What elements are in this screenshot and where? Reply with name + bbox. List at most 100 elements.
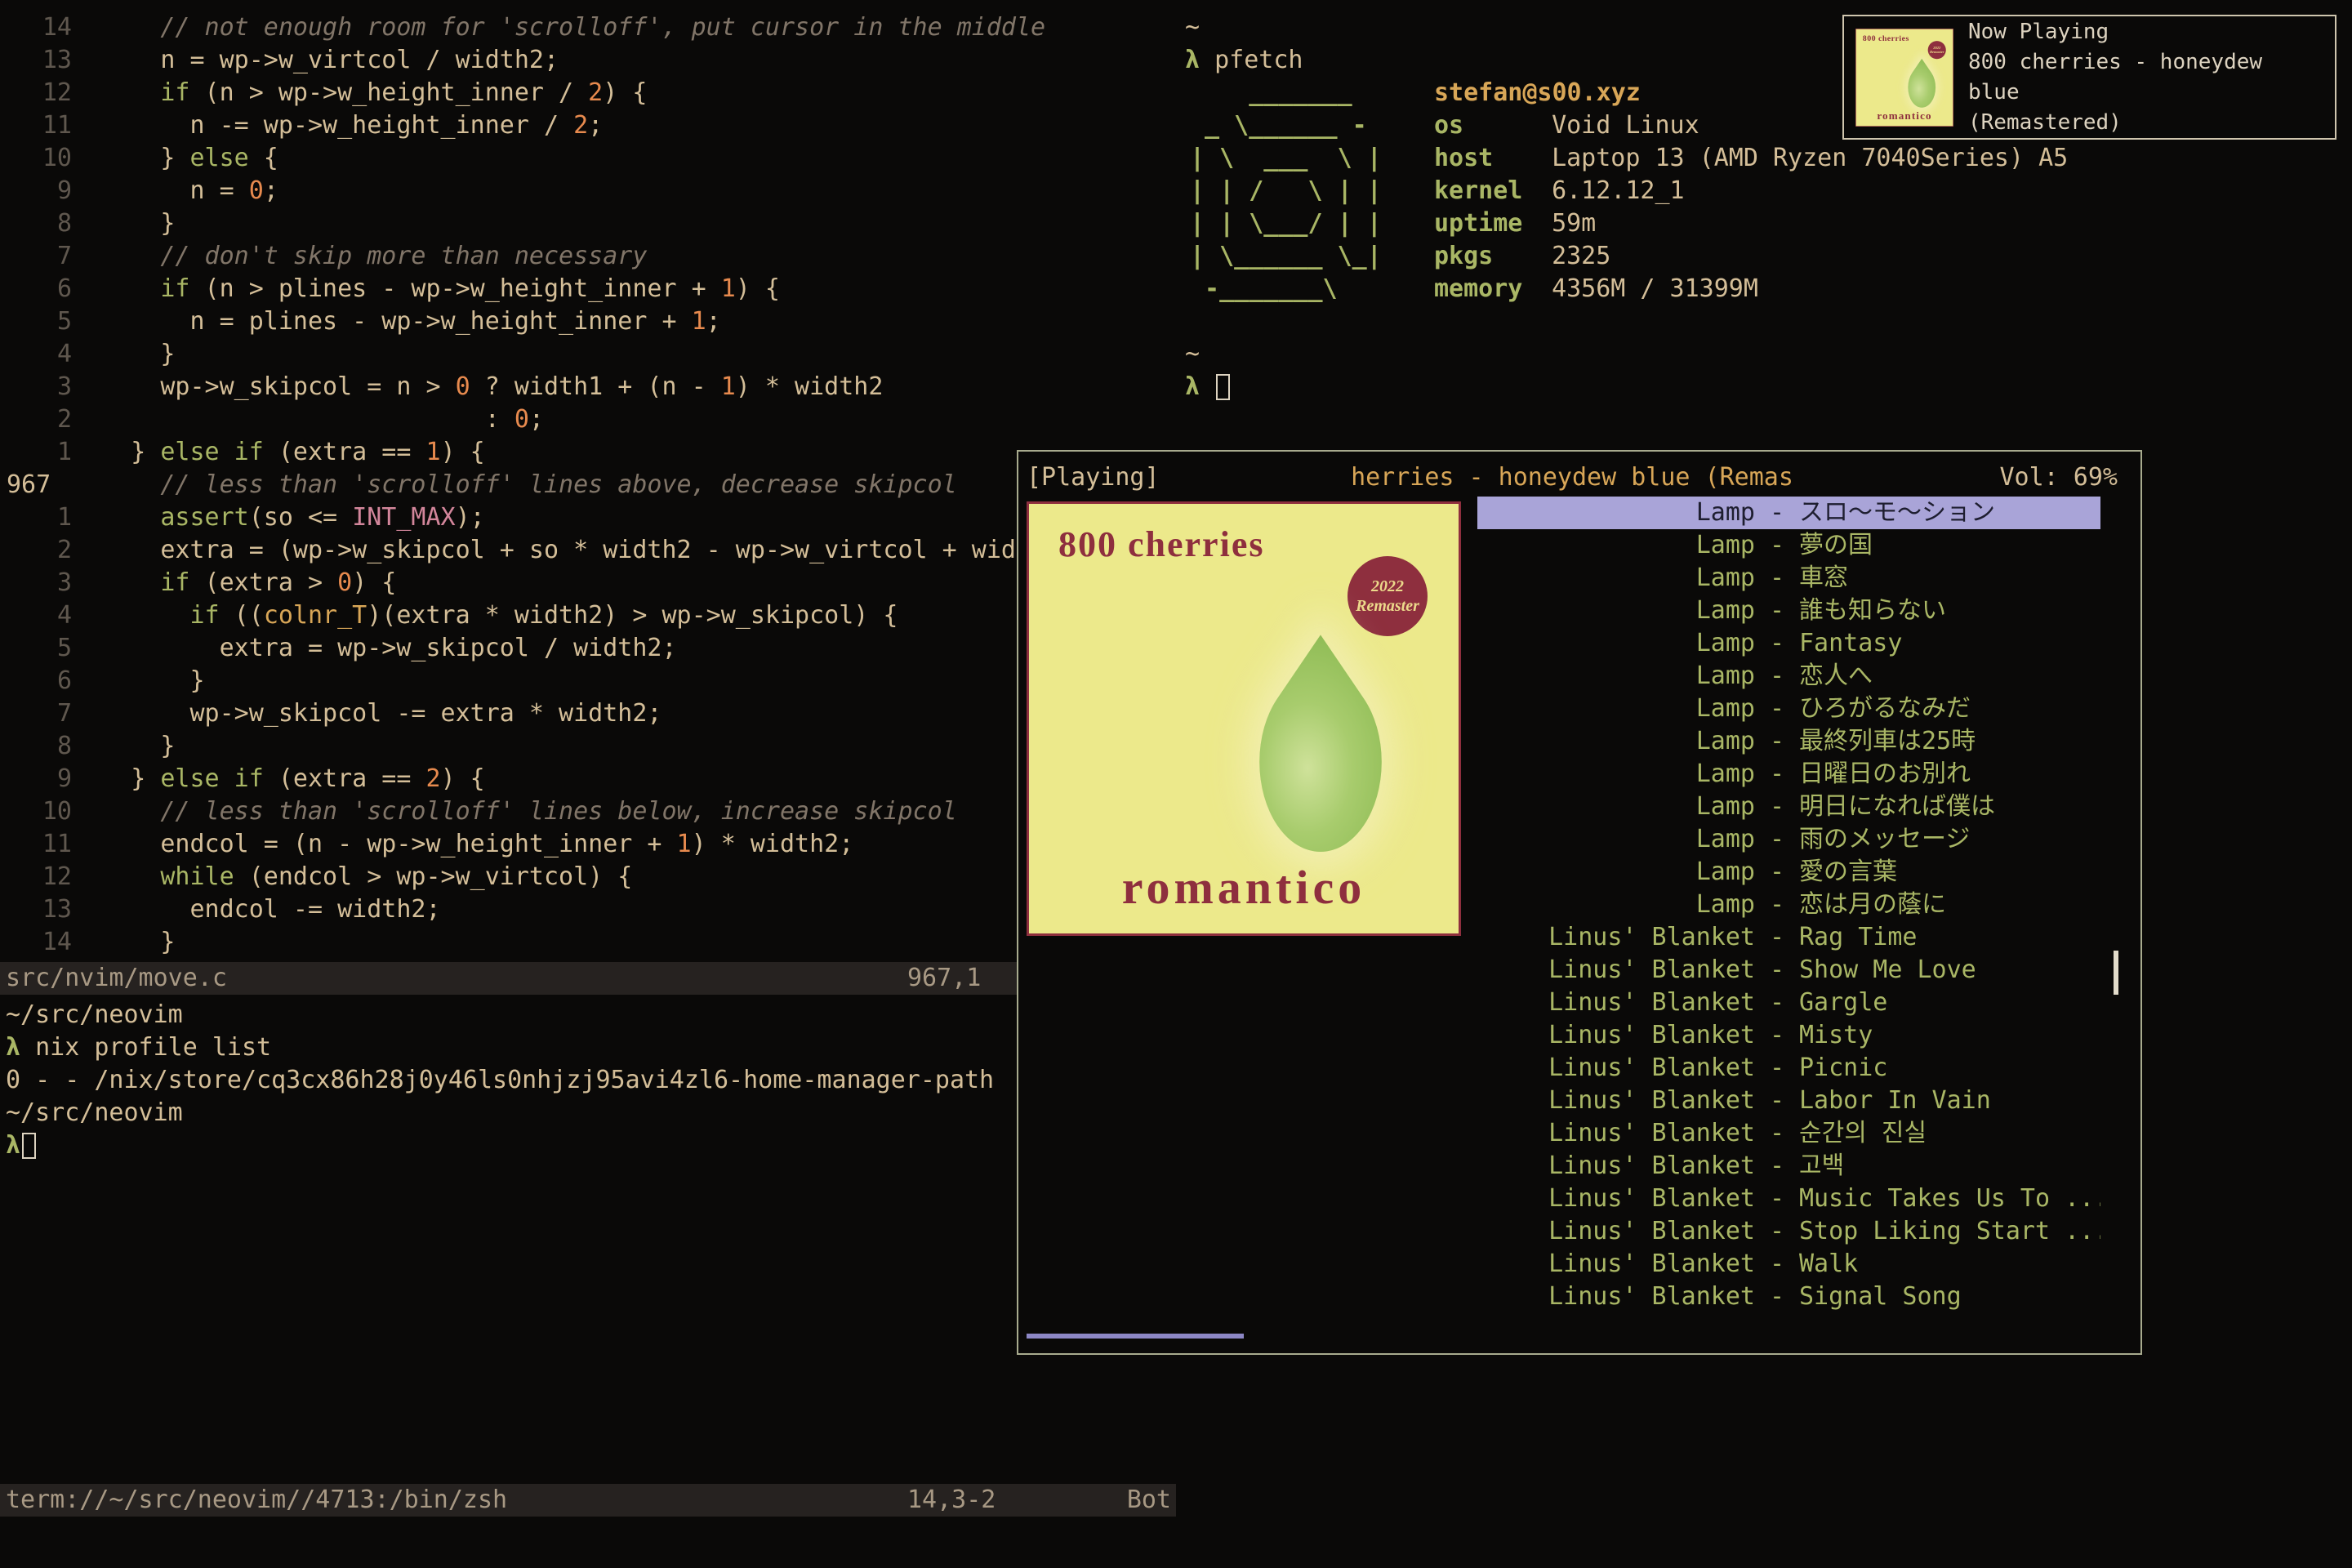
terminal-line: 0 - - /nix/store/cq3cx86h28j0y46ls0nhjzj… [6,1064,1176,1097]
code-line[interactable]: 14 // not enough room for 'scrolloff', p… [0,11,1176,44]
playlist-track-title: Show Me Love [1799,954,2100,987]
playlist-item[interactable]: Linus' Blanket - Stop Liking Start ... [1477,1215,2100,1248]
playlist-separator: - [1755,889,1799,921]
playlist-item[interactable]: Linus' Blanket - Walk [1477,1248,2100,1281]
playlist-item[interactable]: Linus' Blanket - Signal Song [1477,1281,2100,1313]
code-line[interactable]: 12 if (n > wp->w_height_inner / 2) { [0,77,1176,109]
code-line[interactable]: 10 // less than 'scrolloff' lines below,… [0,795,1176,828]
notification-title: Now Playing [1968,17,2323,47]
playlist-artist: Linus' Blanket [1477,1019,1755,1052]
playlist-separator: - [1755,1183,1799,1215]
playlist-artist: Lamp [1477,529,1755,562]
code-line[interactable]: 2 extra = (wp->w_skipcol + so * width2 -… [0,534,1176,567]
playlist-item[interactable]: Lamp - 雨のメッセージ [1477,823,2100,856]
playlist-artist: Linus' Blanket [1477,1052,1755,1085]
playlist-separator: - [1755,595,1799,627]
playlist-item[interactable]: Linus' Blanket - Rag Time [1477,921,2100,954]
code-line[interactable]: 6 } [0,665,1176,697]
playlist-item[interactable]: Linus' Blanket - Show Me Love [1477,954,2100,987]
playlist-item[interactable]: Linus' Blanket - Picnic [1477,1052,2100,1085]
code-line[interactable]: 967 // less than 'scrolloff' lines above… [0,469,1176,501]
pfetch-label: os [1434,109,1537,142]
terminal-pane[interactable]: ~/src/neovim λ nix profile list 0 - - /n… [0,995,1176,1484]
code-line[interactable]: 7 wp->w_skipcol -= extra * width2; [0,697,1176,730]
line-number: 6 [0,665,72,697]
notification-line1: 800 cherries - honeydew blue [1968,47,2323,108]
playlist-separator: - [1755,1215,1799,1248]
playlist-item[interactable]: Linus' Blanket - Misty [1477,1019,2100,1052]
playlist-track-title: Music Takes Us To ... [1799,1183,2100,1215]
playlist-item[interactable]: Lamp - 恋は月の蔭に [1477,889,2100,921]
code-line[interactable]: 13 endcol -= width2; [0,893,1176,926]
code-line[interactable]: 4 if ((colnr_T)(extra * width2) > wp->w_… [0,599,1176,632]
playlist-item[interactable]: Lamp - 愛の言葉 [1477,856,2100,889]
playlist-item[interactable]: Linus' Blanket - Labor In Vain [1477,1085,2100,1117]
line-number: 2 [0,534,72,567]
code-line[interactable]: 8 } [0,207,1176,240]
code-text: // not enough room for 'scrolloff', put … [72,11,1045,44]
code-line[interactable]: 1 } else if (extra == 1) { [0,436,1176,469]
playlist-item[interactable]: Lamp - 恋人へ [1477,660,2100,693]
code-line[interactable]: 9 n = 0; [0,175,1176,207]
playlist-separator: - [1755,562,1799,595]
playlist-item[interactable]: Lamp - ひろがるなみだ [1477,693,2100,725]
pfetch-label: uptime [1434,207,1537,240]
line-number: 14 [0,11,72,44]
playlist-artist: Lamp [1477,856,1755,889]
editor-pane[interactable]: 14 // not enough room for 'scrolloff', p… [0,0,1176,962]
playlist-item[interactable]: Lamp - 夢の国 [1477,529,2100,562]
code-line[interactable]: 3 if (extra > 0) { [0,567,1176,599]
playlist-item[interactable]: Lamp - スロ〜モ〜ション [1477,497,2100,529]
notification-text: Now Playing 800 cherries - honeydew blue… [1968,17,2323,138]
playlist-separator: - [1755,758,1799,791]
playlist-item[interactable]: Linus' Blanket - 순간의 진실 [1477,1117,2100,1150]
code-line[interactable]: 10 } else { [0,142,1176,175]
playlist-item[interactable]: Linus' Blanket - Gargle [1477,987,2100,1019]
playlist-track-title: Misty [1799,1019,2100,1052]
code-line[interactable]: 4 } [0,338,1176,371]
code-line[interactable]: 13 n = wp->w_virtcol / width2; [0,44,1176,77]
code-line[interactable]: 11 n -= wp->w_height_inner / 2; [0,109,1176,142]
playlist-item[interactable]: Lamp - 最終列車は25時 [1477,725,2100,758]
code-line[interactable]: 5 n = plines - wp->w_height_inner + 1; [0,305,1176,338]
line-number: 967 [0,469,72,501]
code-line[interactable]: 7 // don't skip more than necessary [0,240,1176,273]
code-text: n -= wp->w_height_inner / 2; [72,109,603,142]
playlist-track-title: Gargle [1799,987,2100,1019]
playlist-separator: - [1755,1248,1799,1281]
badge-label: Remaster [1356,596,1419,616]
album-artist-text: 800 cherries [1863,34,1909,42]
album-title-text: romantico [1029,871,1459,904]
album-art: 800 cherries 2022 Remaster romantico [1027,501,1461,936]
code-line[interactable]: 6 if (n > plines - wp->w_height_inner + … [0,273,1176,305]
badge-year: 2022 [1933,45,1940,49]
code-line[interactable]: 1 assert(so <= INT_MAX); [0,501,1176,534]
playlist-item[interactable]: Lamp - 明日になれば僕は [1477,791,2100,823]
code-line[interactable]: 12 while (endcol > wp->w_virtcol) { [0,861,1176,893]
code-line[interactable]: 8 } [0,730,1176,763]
playlist-item[interactable]: Lamp - Fantasy [1477,627,2100,660]
code-line[interactable]: 5 extra = wp->w_skipcol / width2; [0,632,1176,665]
playlist-artist: Linus' Blanket [1477,1248,1755,1281]
playlist-item[interactable]: Lamp - 日曜日のお別れ [1477,758,2100,791]
playlist-scrollbar[interactable] [2114,951,2118,995]
code-line[interactable]: 3 wp->w_skipcol = n > 0 ? width1 + (n - … [0,371,1176,403]
playlist-item[interactable]: Linus' Blanket - Music Takes Us To ... [1477,1183,2100,1215]
terminal-line: ~/src/neovim [6,999,1176,1031]
music-player-window[interactable]: [Playing] herries - honeydew blue (Remas… [1017,450,2142,1355]
code-line[interactable]: 11 endcol = (n - wp->w_height_inner + 1)… [0,828,1176,861]
playlist-item[interactable]: Linus' Blanket - 고백 [1477,1150,2100,1183]
now-playing-notification[interactable]: 800 cherries 2022 Remaster romantico Now… [1842,15,2336,140]
notification-line2: (Remastered) [1968,108,2323,138]
playlist-item[interactable]: Lamp - 誰も知らない [1477,595,2100,627]
playlist-item[interactable]: Lamp - 車窓 [1477,562,2100,595]
code-line[interactable]: 14 } [0,926,1176,959]
line-number: 6 [0,273,72,305]
progress-bar[interactable] [1027,1334,1244,1339]
code-line[interactable]: 2 : 0; [0,403,1176,436]
code-text: if (n > plines - wp->w_height_inner + 1)… [72,273,780,305]
playlist-track-title: Labor In Vain [1799,1085,2100,1117]
playlist-track-title: 恋は月の蔭に [1799,889,2100,921]
code-line[interactable]: 9 } else if (extra == 2) { [0,763,1176,795]
code-text: } [72,665,205,697]
